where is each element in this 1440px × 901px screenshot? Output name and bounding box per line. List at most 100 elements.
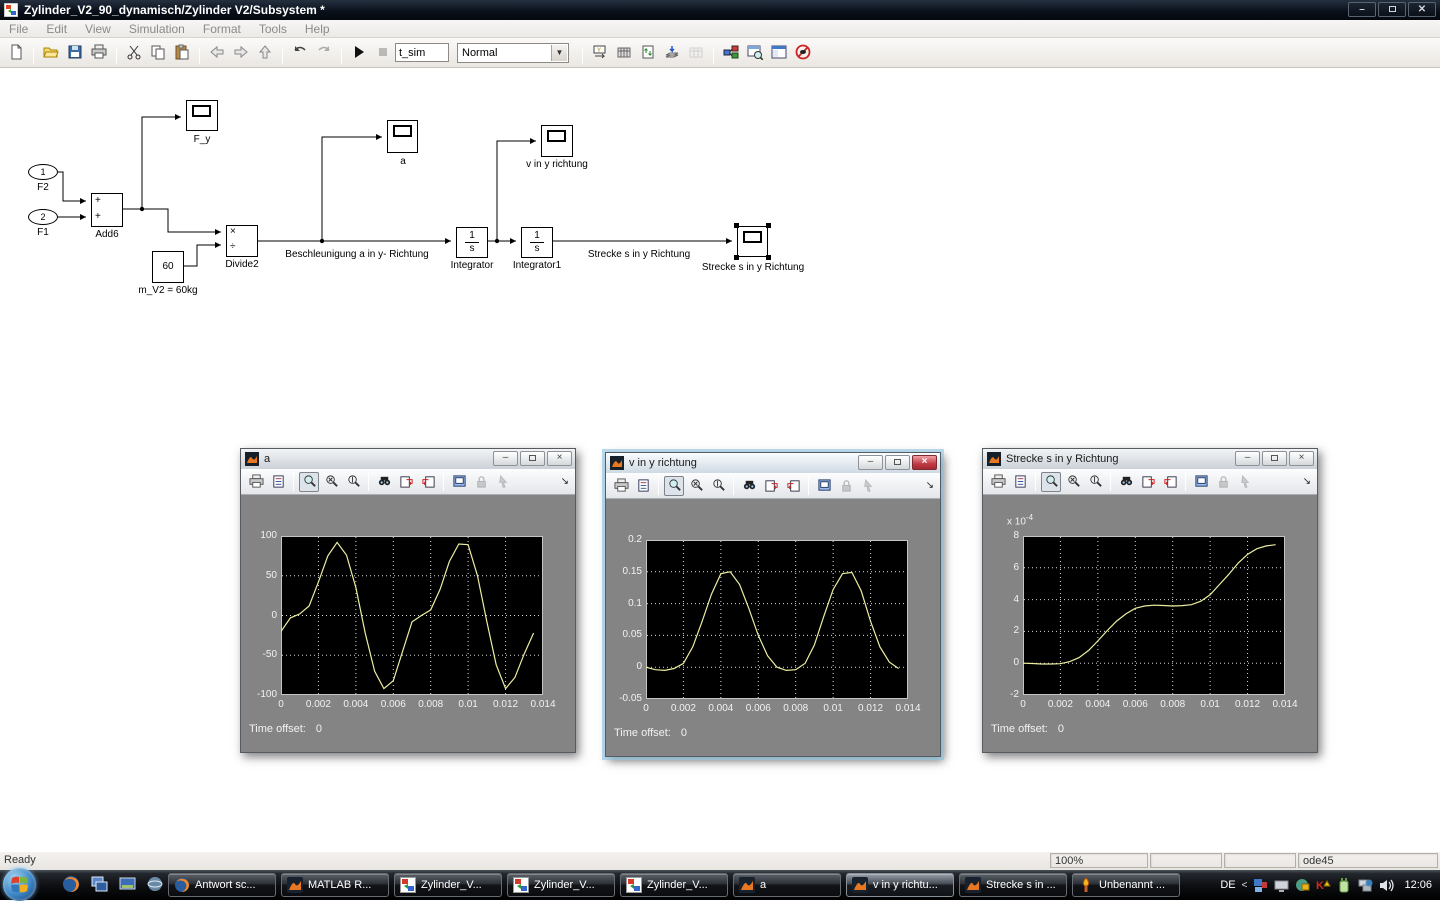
scope-strecke-titlebar[interactable]: Strecke s in y Richtung – × [983,449,1317,469]
scope-a-block[interactable] [387,120,418,153]
simulation-mode-select[interactable]: Normal ▼ [457,42,569,63]
zoom-icon[interactable] [1041,471,1061,492]
taskbar-button-2[interactable]: Zylinder_V... [394,873,502,897]
scope-v-block[interactable] [541,125,573,157]
save-axes-icon[interactable] [761,476,781,496]
minimize-button[interactable]: – [493,451,518,466]
maximize-button[interactable] [1262,451,1287,466]
taskbar-button-0[interactable]: Antwort sc... [168,873,276,897]
taskbar-button-8[interactable]: Unbenannt ... [1072,873,1180,897]
menu-edit[interactable]: Edit [37,22,76,36]
scope-window-strecke[interactable]: Strecke s in y Richtung – × ↘ x 10-4 0 0.… [982,448,1318,753]
floating-scope-icon[interactable] [449,472,469,492]
tray-chevron-icon[interactable]: < [1242,880,1248,891]
minimize-button[interactable]: – [1235,451,1260,466]
restore-button[interactable] [1378,2,1406,17]
up-icon[interactable] [254,41,276,63]
parameters-icon[interactable] [633,476,653,496]
divide-block[interactable]: × ÷ [226,225,258,257]
floating-scope-icon[interactable] [1191,472,1211,492]
signal-selection-icon[interactable] [1235,472,1255,492]
close-button[interactable]: ✕ [1408,2,1436,17]
internet-explorer-icon[interactable] [146,875,165,894]
scope-window-v[interactable]: v in y richtung – × ↘ 0 0.002 0.004 0.006 0.… [605,452,941,757]
power-plug-icon[interactable] [1337,877,1352,893]
zoom-icon[interactable] [299,471,319,492]
language-indicator[interactable]: DE [1220,879,1235,891]
target-icon[interactable]: Y [589,41,611,63]
paste-icon[interactable] [171,41,193,63]
zoom-y-icon[interactable] [708,476,728,496]
inport-2-block[interactable]: 2 [28,209,58,225]
copy-icon[interactable] [147,41,169,63]
network-icon[interactable] [1358,878,1373,893]
maximize-button[interactable] [520,451,545,466]
minimize-button[interactable]: – [858,455,883,470]
minimize-button[interactable]: – [1348,2,1376,17]
library-link-icon[interactable] [661,41,683,63]
undo-icon[interactable] [289,41,311,63]
restore-axes-icon[interactable] [783,476,803,496]
autoscale-icon[interactable] [739,476,759,496]
dock-icon[interactable]: ↘ [926,480,934,491]
volume-icon[interactable] [1379,878,1395,893]
add-block[interactable]: + + [91,193,123,227]
signal-selection-icon[interactable] [858,476,878,496]
chevron-down-icon[interactable]: ▼ [551,44,567,61]
forward-icon[interactable] [230,41,252,63]
close-button[interactable]: × [547,451,572,466]
scope-window-a[interactable]: a – × ↘ 0 0.002 0.004 0.006 0.008 0.01 0.012 0.… [240,448,576,753]
secure-globe-icon[interactable] [1295,878,1310,893]
debug-stop-icon[interactable] [792,41,814,63]
scope-fy-block[interactable] [186,100,218,131]
open-icon[interactable] [40,41,62,63]
scope-s-block-selected[interactable] [734,223,771,260]
taskbar-clock[interactable]: 12:06 [1404,879,1432,891]
restore-axes-icon[interactable] [1160,472,1180,492]
maximize-button[interactable] [885,455,910,470]
dock-icon[interactable]: ↘ [1303,476,1311,487]
menu-file[interactable]: File [0,22,37,36]
model-browser-icon[interactable] [744,41,766,63]
workspace-icon[interactable] [768,41,790,63]
back-icon[interactable] [206,41,228,63]
lock-axes-icon[interactable] [471,472,491,492]
print-icon[interactable] [611,476,631,496]
taskbar-button-5[interactable]: a [733,873,841,897]
zoom-y-icon[interactable] [1085,472,1105,492]
taskbar-button-4[interactable]: Zylinder_V... [620,873,728,897]
restore-axes-icon[interactable] [418,472,438,492]
lock-axes-icon[interactable] [1213,472,1233,492]
menu-tools[interactable]: Tools [250,22,296,36]
cut-icon[interactable] [123,41,145,63]
firefox-quicklaunch-icon[interactable] [62,875,81,894]
autoscale-icon[interactable] [1116,472,1136,492]
show-desktop-icon[interactable] [118,875,137,894]
integrator-block[interactable]: 1s [456,227,488,258]
sim-time-input[interactable] [395,43,449,62]
constant-block[interactable]: 60 [152,251,184,283]
build-all-icon[interactable] [685,41,707,63]
update-icon[interactable] [637,41,659,63]
stop-icon[interactable] [372,41,394,63]
zoom-x-icon[interactable] [321,472,341,492]
parameters-icon[interactable] [1010,472,1030,492]
menu-help[interactable]: Help [296,22,339,36]
taskbar-button-1[interactable]: MATLAB R... [281,873,389,897]
print-icon[interactable] [246,472,266,492]
play-icon[interactable] [348,41,370,63]
scope-v-titlebar[interactable]: v in y richtung – × [606,453,940,473]
menu-format[interactable]: Format [194,22,250,36]
taskbar-button-7[interactable]: Strecke s in ... [959,873,1067,897]
app-tray-icon[interactable] [1253,878,1268,893]
taskbar-button-3[interactable]: Zylinder_V... [507,873,615,897]
antivirus-warning-icon[interactable]: K [1316,878,1332,893]
build-icon[interactable] [613,41,635,63]
taskbar-button-6[interactable]: v in y richtu... [846,873,954,897]
signal-selection-icon[interactable] [493,472,513,492]
autoscale-icon[interactable] [374,472,394,492]
integrator1-block[interactable]: 1s [521,227,553,258]
model-canvas[interactable]: 1 F2 2 F1 + + Add6 F_y 60 m_V2 = 60kg × … [0,68,1440,852]
print-icon[interactable] [88,41,110,63]
display-tray-icon[interactable] [1274,878,1289,893]
